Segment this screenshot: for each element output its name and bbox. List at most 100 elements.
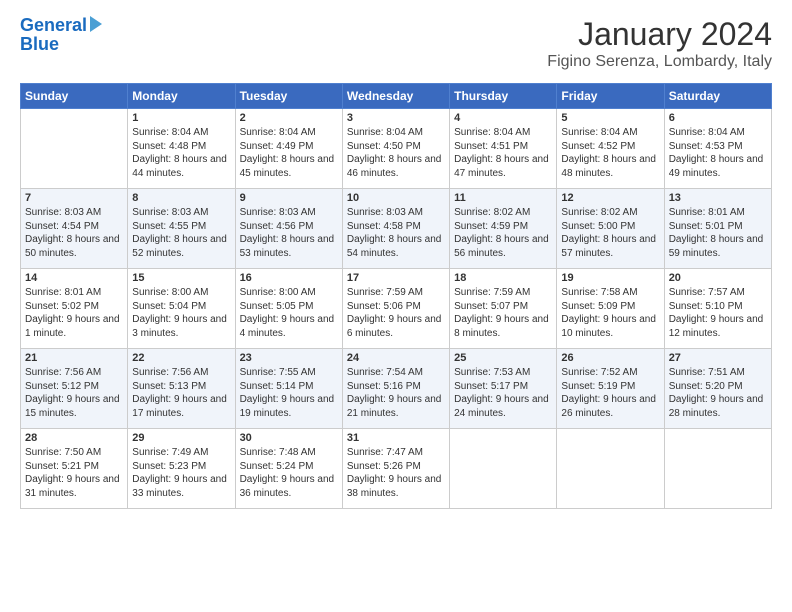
page: General Blue January 2024 Figino Serenza… bbox=[0, 0, 792, 612]
day-info: Sunrise: 8:03 AMSunset: 4:56 PMDaylight:… bbox=[240, 206, 338, 260]
day-info: Sunrise: 8:04 AMSunset: 4:48 PMDaylight:… bbox=[132, 126, 230, 180]
day-cell: 20Sunrise: 7:57 AMSunset: 5:10 PMDayligh… bbox=[664, 269, 771, 349]
day-cell: 29Sunrise: 7:49 AMSunset: 5:23 PMDayligh… bbox=[128, 429, 235, 509]
day-number: 31 bbox=[347, 432, 445, 444]
day-cell: 18 Sunrise: 7:59 AMSunset: 5:07 PMDayligh… bbox=[450, 269, 557, 349]
day-info: Sunrise: 7:52 AMSunset: 5:19 PMDaylight:… bbox=[561, 366, 659, 420]
day-number: 19 bbox=[561, 272, 659, 284]
day-number: 14 bbox=[25, 272, 123, 284]
day-info: Sunrise: 8:02 AMSunset: 4:59 PMDaylight:… bbox=[454, 206, 552, 260]
day-info: Sunrise: 7:50 AMSunset: 5:21 PMDaylight:… bbox=[25, 446, 123, 500]
day-number: 3 bbox=[347, 112, 445, 124]
day-cell bbox=[557, 429, 664, 509]
day-number: 2 bbox=[240, 112, 338, 124]
day-cell: 11 Sunrise: 8:02 AMSunset: 4:59 PMDayligh… bbox=[450, 189, 557, 269]
day-cell: 27Sunrise: 7:51 AMSunset: 5:20 PMDayligh… bbox=[664, 349, 771, 429]
day-number: 6 bbox=[669, 112, 767, 124]
day-cell: 30Sunrise: 7:48 AMSunset: 5:24 PMDayligh… bbox=[235, 429, 342, 509]
location: Figino Serenza, Lombardy, Italy bbox=[547, 53, 772, 71]
day-cell: 25 Sunrise: 7:53 AMSunset: 5:17 PMDayligh… bbox=[450, 349, 557, 429]
day-info: Sunrise: 8:02 AMSunset: 5:00 PMDaylight:… bbox=[561, 206, 659, 260]
logo: General Blue bbox=[20, 16, 102, 55]
week-row-3: 14 Sunrise: 8:01 AMSunset: 5:02 PMDayligh… bbox=[21, 269, 772, 349]
day-number: 15 bbox=[132, 272, 230, 284]
logo-text: General bbox=[20, 16, 87, 36]
day-cell: 14 Sunrise: 8:01 AMSunset: 5:02 PMDayligh… bbox=[21, 269, 128, 349]
day-cell: 4Sunrise: 8:04 AMSunset: 4:51 PMDaylight… bbox=[450, 109, 557, 189]
day-cell: 19 Sunrise: 7:58 AMSunset: 5:09 PMDayligh… bbox=[557, 269, 664, 349]
day-number: 20 bbox=[669, 272, 767, 284]
day-info: Sunrise: 7:58 AMSunset: 5:09 PMDaylight:… bbox=[561, 286, 659, 340]
col-thursday: Thursday bbox=[450, 84, 557, 109]
day-number: 16 bbox=[240, 272, 338, 284]
day-info: Sunrise: 7:47 AMSunset: 5:26 PMDaylight:… bbox=[347, 446, 445, 500]
day-number: 9 bbox=[240, 192, 338, 204]
col-monday: Monday bbox=[128, 84, 235, 109]
day-number: 23 bbox=[240, 352, 338, 364]
day-cell: 22 Sunrise: 7:56 AMSunset: 5:13 PMDayligh… bbox=[128, 349, 235, 429]
day-cell: 17Sunrise: 7:59 AMSunset: 5:06 PMDayligh… bbox=[342, 269, 449, 349]
header: General Blue January 2024 Figino Serenza… bbox=[20, 16, 772, 71]
col-friday: Friday bbox=[557, 84, 664, 109]
day-cell: 16 Sunrise: 8:00 AMSunset: 5:05 PMDayligh… bbox=[235, 269, 342, 349]
day-cell: 6 Sunrise: 8:04 AMSunset: 4:53 PMDaylight… bbox=[664, 109, 771, 189]
day-number: 21 bbox=[25, 352, 123, 364]
day-info: Sunrise: 7:59 AMSunset: 5:07 PMDaylight:… bbox=[454, 286, 552, 340]
day-info: Sunrise: 8:04 AMSunset: 4:53 PMDaylight:… bbox=[669, 126, 767, 180]
logo-arrow-icon bbox=[90, 16, 102, 32]
day-number: 4 bbox=[454, 112, 552, 124]
day-cell: 7 Sunrise: 8:03 AMSunset: 4:54 PMDaylight… bbox=[21, 189, 128, 269]
day-info: Sunrise: 8:03 AMSunset: 4:54 PMDaylight:… bbox=[25, 206, 123, 260]
day-cell: 3Sunrise: 8:04 AMSunset: 4:50 PMDaylight… bbox=[342, 109, 449, 189]
day-info: Sunrise: 8:00 AMSunset: 5:05 PMDaylight:… bbox=[240, 286, 338, 340]
day-number: 7 bbox=[25, 192, 123, 204]
week-row-2: 7 Sunrise: 8:03 AMSunset: 4:54 PMDaylight… bbox=[21, 189, 772, 269]
day-number: 1 bbox=[132, 112, 230, 124]
week-row-5: 28 Sunrise: 7:50 AMSunset: 5:21 PMDayligh… bbox=[21, 429, 772, 509]
day-cell: 9 Sunrise: 8:03 AMSunset: 4:56 PMDaylight… bbox=[235, 189, 342, 269]
day-number: 12 bbox=[561, 192, 659, 204]
day-cell: 31 Sunrise: 7:47 AMSunset: 5:26 PMDayligh… bbox=[342, 429, 449, 509]
day-number: 29 bbox=[132, 432, 230, 444]
day-number: 17 bbox=[347, 272, 445, 284]
day-info: Sunrise: 8:04 AMSunset: 4:49 PMDaylight:… bbox=[240, 126, 338, 180]
day-cell: 26 Sunrise: 7:52 AMSunset: 5:19 PMDayligh… bbox=[557, 349, 664, 429]
day-number: 25 bbox=[454, 352, 552, 364]
col-saturday: Saturday bbox=[664, 84, 771, 109]
day-cell bbox=[21, 109, 128, 189]
logo-blue: Blue bbox=[20, 34, 102, 55]
day-info: Sunrise: 8:03 AMSunset: 4:58 PMDaylight:… bbox=[347, 206, 445, 260]
day-info: Sunrise: 8:01 AMSunset: 5:02 PMDaylight:… bbox=[25, 286, 123, 340]
day-cell bbox=[664, 429, 771, 509]
day-info: Sunrise: 7:53 AMSunset: 5:17 PMDaylight:… bbox=[454, 366, 552, 420]
title-block: January 2024 Figino Serenza, Lombardy, I… bbox=[547, 16, 772, 71]
calendar-table: Sunday Monday Tuesday Wednesday Thursday… bbox=[20, 83, 772, 509]
day-number: 8 bbox=[132, 192, 230, 204]
day-info: Sunrise: 7:55 AMSunset: 5:14 PMDaylight:… bbox=[240, 366, 338, 420]
day-number: 26 bbox=[561, 352, 659, 364]
day-number: 5 bbox=[561, 112, 659, 124]
day-number: 27 bbox=[669, 352, 767, 364]
day-number: 30 bbox=[240, 432, 338, 444]
day-info: Sunrise: 7:54 AMSunset: 5:16 PMDaylight:… bbox=[347, 366, 445, 420]
day-number: 22 bbox=[132, 352, 230, 364]
header-row: Sunday Monday Tuesday Wednesday Thursday… bbox=[21, 84, 772, 109]
week-row-1: 1 Sunrise: 8:04 AMSunset: 4:48 PMDaylight… bbox=[21, 109, 772, 189]
day-number: 10 bbox=[347, 192, 445, 204]
day-number: 18 bbox=[454, 272, 552, 284]
day-info: Sunrise: 7:56 AMSunset: 5:13 PMDaylight:… bbox=[132, 366, 230, 420]
day-cell: 24 Sunrise: 7:54 AMSunset: 5:16 PMDayligh… bbox=[342, 349, 449, 429]
day-number: 24 bbox=[347, 352, 445, 364]
day-cell: 28 Sunrise: 7:50 AMSunset: 5:21 PMDayligh… bbox=[21, 429, 128, 509]
week-row-4: 21Sunrise: 7:56 AMSunset: 5:12 PMDayligh… bbox=[21, 349, 772, 429]
day-cell: 23 Sunrise: 7:55 AMSunset: 5:14 PMDayligh… bbox=[235, 349, 342, 429]
day-cell bbox=[450, 429, 557, 509]
day-info: Sunrise: 8:04 AMSunset: 4:52 PMDaylight:… bbox=[561, 126, 659, 180]
month-title: January 2024 bbox=[547, 16, 772, 53]
day-number: 13 bbox=[669, 192, 767, 204]
day-info: Sunrise: 8:00 AMSunset: 5:04 PMDaylight:… bbox=[132, 286, 230, 340]
day-number: 28 bbox=[25, 432, 123, 444]
day-info: Sunrise: 8:03 AMSunset: 4:55 PMDaylight:… bbox=[132, 206, 230, 260]
day-number: 11 bbox=[454, 192, 552, 204]
day-cell: 5 Sunrise: 8:04 AMSunset: 4:52 PMDaylight… bbox=[557, 109, 664, 189]
